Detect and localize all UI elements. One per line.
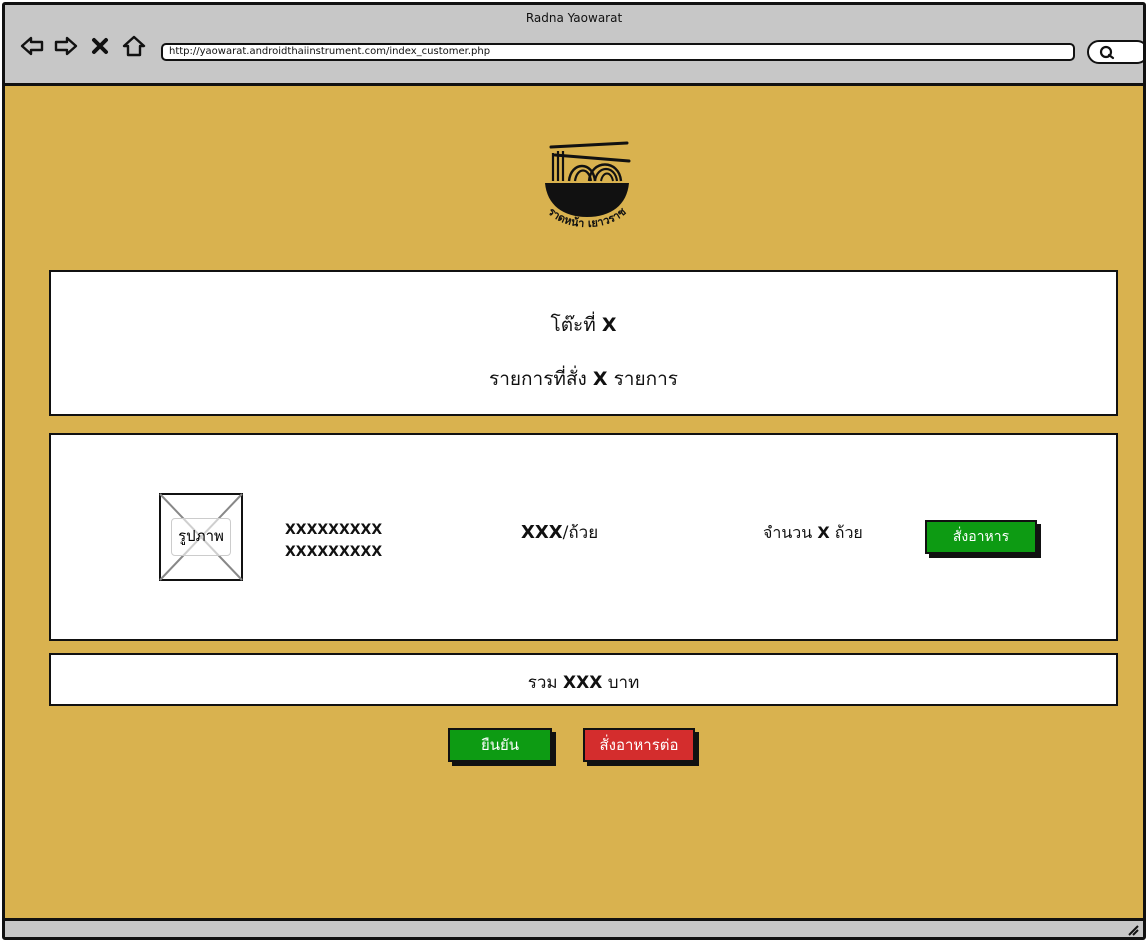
browser-titlebar: Radna Yaowarat http://yaowarat.androidth… (5, 5, 1143, 86)
table-label: โต๊ะที่ (550, 314, 596, 336)
image-label: รูปภาพ (171, 518, 231, 556)
quantity-text: จำนวน X ถ้วย (763, 521, 863, 546)
qty-value: X (817, 523, 830, 542)
restaurant-logo: ราดหน้า เยาวราช (531, 131, 643, 243)
items-value: X (592, 368, 608, 390)
browser-statusbar (5, 918, 1143, 937)
search-button[interactable] (1087, 40, 1143, 64)
stop-icon[interactable] (87, 33, 113, 59)
order-food-button[interactable]: สั่งอาหาร (925, 520, 1037, 554)
qty-suffix: ถ้วย (834, 523, 863, 542)
order-item-row: รูปภาพ XXXXXXXXX XXXXXXXXX XXX/ถ้วย จำนว… (49, 433, 1118, 641)
window-title: Radna Yaowarat (525, 11, 623, 25)
address-bar[interactable]: http://yaowarat.androidthaiinstrument.co… (161, 43, 1075, 61)
total-line: รวม XXX บาท (51, 669, 1116, 696)
food-name: XXXXXXXXX XXXXXXXXX (285, 519, 382, 563)
food-price: XXX/ถ้วย (521, 519, 598, 546)
price-unit: /ถ้วย (562, 523, 599, 543)
food-name-line1: XXXXXXXXX (285, 522, 383, 538)
total-value: XXX (563, 673, 603, 693)
items-label: รายการที่สั่ง (489, 368, 587, 390)
price-value: XXX (521, 522, 563, 543)
total-panel: รวม XXX บาท (49, 653, 1118, 706)
table-value: X (601, 314, 617, 336)
items-suffix: รายการ (613, 368, 678, 390)
qty-label: จำนวน (763, 523, 813, 542)
browser-window: Radna Yaowarat http://yaowarat.androidth… (2, 2, 1146, 940)
total-suffix: บาท (607, 673, 640, 693)
noodle-bowl-icon: ราดหน้า เยาวราช (545, 141, 631, 230)
table-number-line: โต๊ะที่ X (51, 310, 1116, 340)
items-count-line: รายการที่สั่ง X รายการ (51, 364, 1116, 394)
back-icon[interactable] (19, 33, 45, 59)
food-name-line2: XXXXXXXXX (285, 544, 383, 560)
order-more-button[interactable]: สั่งอาหารต่อ (583, 728, 695, 762)
resize-grip-icon[interactable] (1125, 922, 1139, 936)
forward-icon[interactable] (53, 33, 79, 59)
search-icon (1099, 45, 1115, 60)
confirm-button[interactable]: ยืนยัน (448, 728, 552, 762)
nav-controls (19, 33, 147, 59)
total-label: รวม (527, 673, 558, 693)
home-icon[interactable] (121, 33, 147, 59)
order-summary-panel: โต๊ะที่ X รายการที่สั่ง X รายการ (49, 270, 1118, 416)
